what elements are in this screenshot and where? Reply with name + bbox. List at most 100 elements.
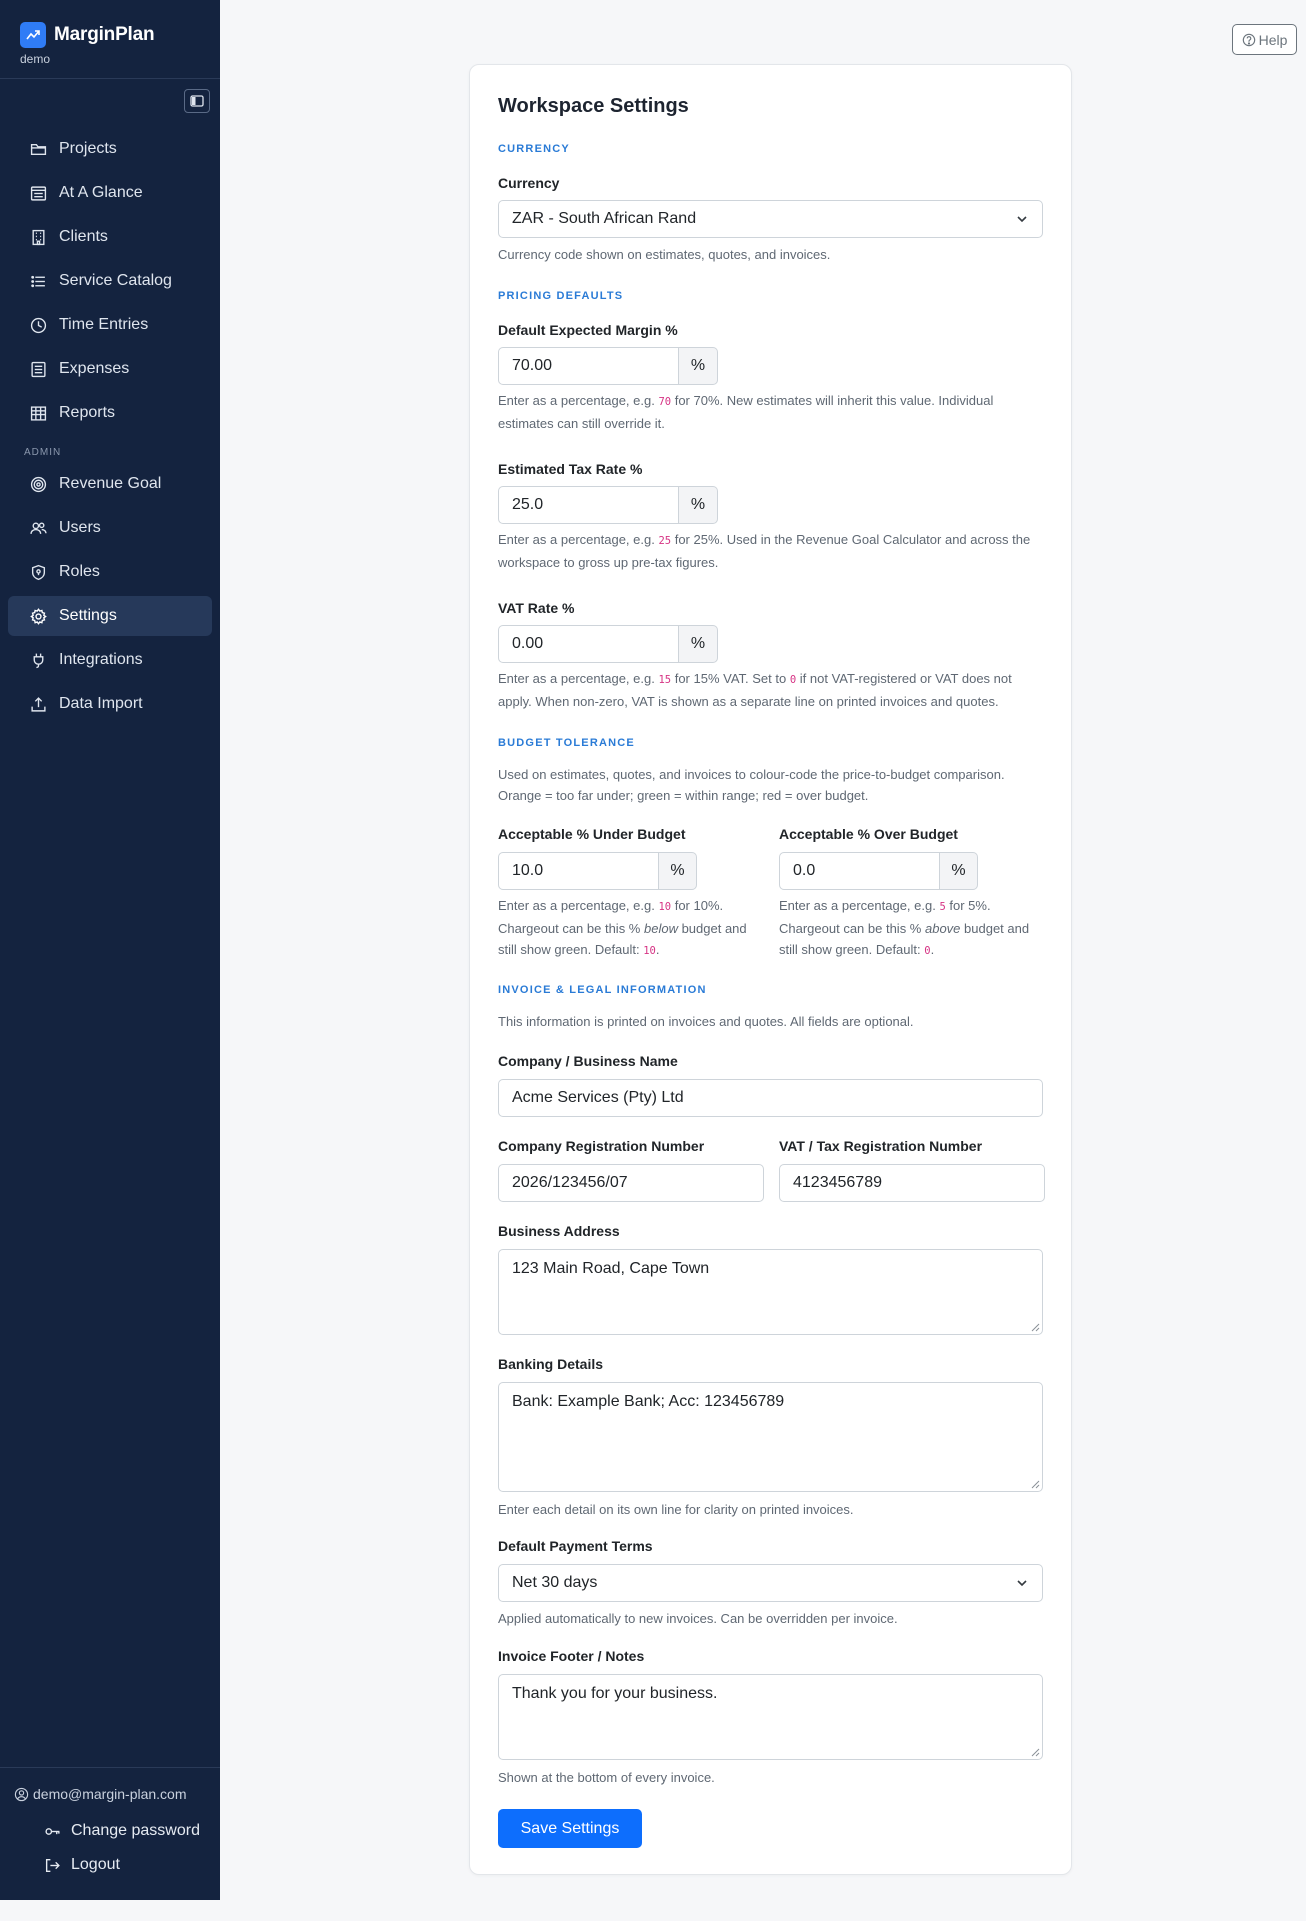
over-budget-input-group: 0.0 % — [779, 852, 1045, 890]
under-budget-help: Enter as a percentage, e.g. 10 for 10%. … — [498, 895, 764, 962]
sidebar-item-label: Data Import — [59, 695, 143, 712]
banking-details-help: Enter each detail on its own line for cl… — [498, 1502, 854, 1517]
currency-select[interactable]: ZAR - South African Rand — [498, 200, 1043, 238]
sidebar-item-roles[interactable]: Roles — [8, 552, 212, 592]
currency-value: ZAR - South African Rand — [512, 210, 697, 227]
section-pricing-defaults: PRICING DEFAULTS — [498, 290, 624, 302]
sidebar-item-label: Projects — [59, 140, 117, 157]
business-address-label: Business Address — [498, 1223, 620, 1239]
sidebar-item-time-entries[interactable]: Time Entries — [8, 305, 212, 345]
margin-input-group: 70.00 % — [498, 347, 1043, 385]
admin-section-label: ADMIN — [24, 447, 62, 458]
sidebar-item-integrations[interactable]: Integrations — [8, 640, 212, 680]
sidebar-toggle-icon — [190, 95, 204, 107]
current-user: demo@margin-plan.com — [14, 1786, 220, 1802]
upload-icon — [31, 696, 46, 712]
plug-icon — [33, 653, 44, 668]
chevron-down-icon — [1017, 216, 1027, 223]
brand[interactable]: MarginPlan — [0, 0, 220, 48]
over-budget-help: Enter as a percentage, e.g. 5 for 5%. Ch… — [779, 895, 1045, 962]
shield-icon — [31, 564, 46, 580]
app-name: MarginPlan — [54, 24, 155, 45]
registration-number-label: Company Registration Number — [498, 1138, 705, 1154]
company-name-label: Company / Business Name — [498, 1053, 678, 1069]
margin-input[interactable]: 70.00 — [498, 347, 679, 385]
help-code: 10 — [658, 901, 672, 913]
help-code: 15 — [658, 674, 672, 686]
percent-addon: % — [679, 347, 718, 385]
help-text: . — [655, 942, 660, 957]
clock-icon — [30, 317, 47, 333]
resize-grip-icon[interactable] — [1031, 1748, 1040, 1757]
tax-rate-input[interactable]: 25.0 — [498, 486, 679, 524]
over-budget-input[interactable]: 0.0 — [779, 852, 940, 890]
tax-rate-help: Enter as a percentage, e.g. 25 for 25%. … — [498, 529, 1043, 573]
help-label: Help — [1258, 31, 1288, 48]
sidebar-item-label: Service Catalog — [59, 272, 172, 289]
list-icon — [31, 275, 45, 287]
sidebar-item-projects[interactable]: Projects — [8, 129, 212, 169]
sidebar-item-expenses[interactable]: Expenses — [8, 349, 212, 389]
payment-terms-help: Applied automatically to new invoices. C… — [498, 1611, 898, 1626]
invoice-footer-textarea[interactable]: Thank you for your business. — [498, 1674, 1043, 1760]
resize-grip-icon[interactable] — [1031, 1323, 1040, 1332]
chevron-down-icon — [1017, 1580, 1027, 1587]
user-email: demo@margin-plan.com — [33, 1786, 187, 1802]
under-budget-input-group: 10.0 % — [498, 852, 764, 890]
vat-registration-label: VAT / Tax Registration Number — [779, 1138, 983, 1154]
section-currency: CURRENCY — [498, 143, 570, 155]
company-name-input[interactable]: Acme Services (Pty) Ltd — [498, 1079, 1043, 1117]
help-text: Enter as a percentage, e.g. — [498, 671, 659, 686]
tax-rate-label: Estimated Tax Rate % — [498, 461, 643, 477]
sidebar-item-at-a-glance[interactable]: At A Glance — [8, 173, 212, 213]
sidebar-item-revenue-goal[interactable]: Revenue Goal — [8, 464, 212, 504]
sidebar-item-settings[interactable]: Settings — [8, 596, 212, 636]
key-icon — [45, 1827, 60, 1835]
sidebar-item-label: Expenses — [59, 360, 130, 377]
registration-number-input[interactable]: 2026/123456/07 — [498, 1164, 764, 1202]
vat-rate-input[interactable]: 0.00 — [498, 625, 679, 663]
payment-terms-label: Default Payment Terms — [498, 1538, 653, 1554]
under-budget-input[interactable]: 10.0 — [498, 852, 659, 890]
save-settings-button[interactable]: Save Settings — [498, 1809, 642, 1848]
users-icon — [30, 521, 47, 534]
workspace-settings-card: Workspace Settings CURRENCY Currency ZAR… — [469, 64, 1072, 1875]
help-button[interactable]: Help — [1232, 24, 1297, 55]
section-budget-tolerance: BUDGET TOLERANCE — [498, 737, 635, 749]
sidebar-toggle-button[interactable] — [184, 89, 210, 113]
resize-grip-icon[interactable] — [1031, 1480, 1040, 1489]
sidebar-item-users[interactable]: Users — [8, 508, 212, 548]
sidebar-item-reports[interactable]: Reports — [8, 393, 212, 433]
budget-intro: Used on estimates, quotes, and invoices … — [498, 767, 1005, 803]
business-address-textarea[interactable]: 123 Main Road, Cape Town — [498, 1249, 1043, 1335]
invoice-footer-value: Thank you for your business. — [512, 1685, 718, 1702]
chart-trend-icon — [20, 22, 46, 48]
vat-registration-input[interactable]: 4123456789 — [779, 1164, 1045, 1202]
payment-terms-select[interactable]: Net 30 days — [498, 1564, 1043, 1602]
calendar-icon — [30, 185, 47, 201]
change-password-link[interactable]: Change password — [14, 1814, 220, 1848]
page-title: Workspace Settings — [498, 95, 689, 117]
sidebar-item-data-import[interactable]: Data Import — [8, 684, 212, 724]
sidebar-item-label: Integrations — [59, 651, 143, 668]
banking-details-textarea[interactable]: Bank: Example Bank; Acc: 123456789 — [498, 1382, 1043, 1492]
payment-terms-value: Net 30 days — [512, 1574, 598, 1591]
under-budget-label: Acceptable % Under Budget — [498, 826, 686, 842]
sidebar-footer: demo@margin-plan.com Change password Log… — [0, 1767, 220, 1900]
sidebar-item-clients[interactable]: Clients — [8, 217, 212, 257]
tax-rate-input-group: 25.0 % — [498, 486, 1043, 524]
receipt-icon — [31, 361, 46, 377]
workspace-name: demo — [20, 52, 51, 66]
sidebar-item-label: Settings — [59, 607, 117, 624]
change-password-label: Change password — [71, 1822, 200, 1839]
sidebar-item-label: Clients — [59, 228, 108, 245]
percent-addon: % — [940, 852, 978, 890]
percent-addon: % — [659, 852, 697, 890]
help-text: for 15% VAT. Set to — [671, 671, 790, 686]
currency-help: Currency code shown on estimates, quotes… — [498, 247, 831, 262]
vat-rate-help: Enter as a percentage, e.g. 15 for 15% V… — [498, 668, 1043, 712]
logout-link[interactable]: Logout — [14, 1848, 220, 1882]
help-code: 70 — [658, 396, 672, 408]
help-emphasis: above — [924, 921, 961, 936]
sidebar-item-service-catalog[interactable]: Service Catalog — [8, 261, 212, 301]
